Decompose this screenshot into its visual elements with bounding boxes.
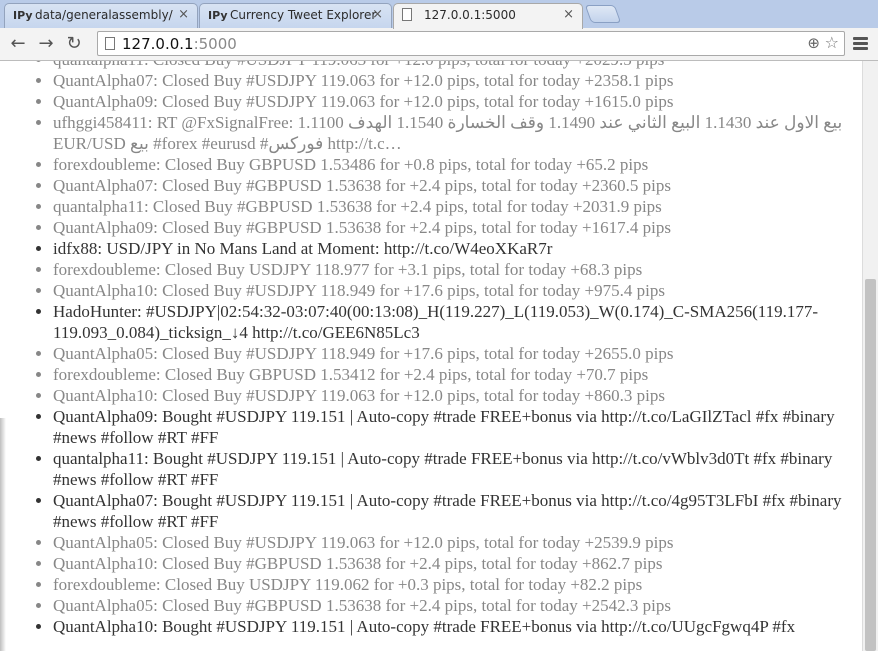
tweet-item: ufhggi458411: RT @FxSignalFree: بيع الاو… xyxy=(53,112,853,154)
tweet-item: QuantAlpha09: Closed Buy #GBPUSD 1.53638… xyxy=(53,217,853,238)
url-host: 127.0.0.1 xyxy=(122,35,194,53)
address-bar[interactable]: 127.0.0.1:5000 ⊕ ☆ xyxy=(97,31,845,56)
tweet-text: QuantAlpha09: Closed Buy #USDJPY 119.063… xyxy=(53,92,674,111)
tab-generalassembly[interactable]: IPy data/generalassembly/ × xyxy=(4,3,198,28)
tweet-item: quantalpha11: Closed Buy #GBPUSD 1.53638… xyxy=(53,196,853,217)
tweet-item: QuantAlpha07: Bought #USDJPY 119.151 | A… xyxy=(53,490,853,532)
url-text[interactable]: 127.0.0.1:5000 xyxy=(122,35,237,53)
tweet-text: QuantAlpha10: Closed Buy #GBPUSD 1.53638… xyxy=(53,554,663,573)
browser-toolbar: ← → ↻ 127.0.0.1:5000 ⊕ ☆ xyxy=(0,28,878,61)
tweet-item: QuantAlpha10: Closed Buy #GBPUSD 1.53638… xyxy=(53,553,853,574)
tweet-text: QuantAlpha09: Bought #USDJPY 119.151 | A… xyxy=(53,407,835,447)
scrollbar-thumb[interactable] xyxy=(865,279,876,651)
tab-title: 127.0.0.1:5000 xyxy=(424,8,516,22)
tweet-item: QuantAlpha10: Closed Buy #USDJPY 119.063… xyxy=(53,385,853,406)
bookmark-star-icon[interactable]: ☆ xyxy=(825,33,839,52)
tab-close-icon[interactable]: × xyxy=(178,7,189,22)
tweet-item: QuantAlpha09: Bought #USDJPY 119.151 | A… xyxy=(53,406,853,448)
tweet-text: QuantAlpha05: Closed Buy #USDJPY 118.949… xyxy=(53,344,674,363)
tweet-item: QuantAlpha05: Closed Buy #USDJPY 118.949… xyxy=(53,343,853,364)
tab-localhost-5000[interactable]: 127.0.0.1:5000 × xyxy=(393,3,583,29)
tweet-item: QuantAlpha10: Bought #USDJPY 119.151 | A… xyxy=(53,616,853,637)
tweet-text: QuantAlpha09: Closed Buy #GBPUSD 1.53638… xyxy=(53,218,671,237)
tweet-list: quantalpha11: Closed Buy #USDJPY 119.063… xyxy=(0,61,862,637)
tweet-item: idfx88: USD/JPY in No Mans Land at Momen… xyxy=(53,238,853,259)
url-port: :5000 xyxy=(193,35,237,53)
menu-icon[interactable] xyxy=(853,37,868,51)
vertical-scrollbar[interactable] xyxy=(862,61,878,651)
tweet-item: forexdoubleme: Closed Buy GBPUSD 1.53486… xyxy=(53,154,853,175)
tweet-text: QuantAlpha10: Closed Buy #USDJPY 118.949… xyxy=(53,281,665,300)
tweet-item: forexdoubleme: Closed Buy GBPUSD 1.53412… xyxy=(53,364,853,385)
tweet-text: forexdoubleme: Closed Buy USDJPY 119.062… xyxy=(53,575,643,594)
tweet-item: QuantAlpha10: Closed Buy #USDJPY 118.949… xyxy=(53,280,853,301)
tweet-text: quantalpha11: Closed Buy #USDJPY 119.063… xyxy=(53,61,664,69)
page-icon xyxy=(402,8,412,21)
tab-title: data/generalassembly/ xyxy=(35,8,173,22)
zoom-icon[interactable]: ⊕ xyxy=(807,34,820,52)
window-edge-shadow xyxy=(0,418,6,651)
tweet-item: QuantAlpha09: Closed Buy #USDJPY 119.063… xyxy=(53,91,853,112)
tweet-text: idfx88: USD/JPY in No Mans Land at Momen… xyxy=(53,239,553,258)
tab-currency-tweet-explorer[interactable]: IPy Currency Tweet Explorer × xyxy=(199,3,392,28)
tweet-text: QuantAlpha10: Bought #USDJPY 119.151 | A… xyxy=(53,617,796,636)
page-content: quantalpha11: Closed Buy #USDJPY 119.063… xyxy=(0,61,862,651)
reload-icon[interactable]: ↻ xyxy=(62,32,86,56)
tweet-item: quantalpha11: Bought #USDJPY 119.151 | A… xyxy=(53,448,853,490)
tweet-text: quantalpha11: Closed Buy #GBPUSD 1.53638… xyxy=(53,197,662,216)
tweet-text: forexdoubleme: Closed Buy GBPUSD 1.53486… xyxy=(53,155,649,174)
page-icon xyxy=(105,37,115,50)
tab-close-icon[interactable]: × xyxy=(372,7,383,22)
new-tab-button[interactable] xyxy=(584,5,622,23)
tweet-text: forexdoubleme: Closed Buy USDJPY 118.977… xyxy=(53,260,643,279)
tweet-item: QuantAlpha05: Closed Buy #USDJPY 119.063… xyxy=(53,532,853,553)
tweet-item: HadoHunter: #USDJPY|02:54:32-03:07:40(00… xyxy=(53,301,853,343)
tweet-text: QuantAlpha07: Closed Buy #GBPUSD 1.53638… xyxy=(53,176,671,195)
tweet-text: HadoHunter: #USDJPY|02:54:32-03:07:40(00… xyxy=(53,302,819,342)
tweet-text: QuantAlpha05: Closed Buy #USDJPY 119.063… xyxy=(53,533,674,552)
tweet-text: QuantAlpha10: Closed Buy #USDJPY 119.063… xyxy=(53,386,665,405)
tab-title: Currency Tweet Explorer xyxy=(230,8,377,22)
tweet-text: ufhggi458411: RT @FxSignalFree: بيع الاو… xyxy=(53,113,843,153)
ipython-favicon-icon: IPy xyxy=(208,9,228,22)
tweet-text: QuantAlpha05: Closed Buy #GBPUSD 1.53638… xyxy=(53,596,671,615)
tweet-item: QuantAlpha07: Closed Buy #USDJPY 119.063… xyxy=(53,70,853,91)
tweet-item: forexdoubleme: Closed Buy USDJPY 118.977… xyxy=(53,259,853,280)
tweet-text: QuantAlpha07: Bought #USDJPY 119.151 | A… xyxy=(53,491,842,531)
tweet-text: forexdoubleme: Closed Buy GBPUSD 1.53412… xyxy=(53,365,649,384)
tweet-item: QuantAlpha07: Closed Buy #GBPUSD 1.53638… xyxy=(53,175,853,196)
tweet-text: quantalpha11: Bought #USDJPY 119.151 | A… xyxy=(53,449,833,489)
tweet-text: QuantAlpha07: Closed Buy #USDJPY 119.063… xyxy=(53,71,674,90)
ipython-favicon-icon: IPy xyxy=(13,9,33,22)
tweet-item: quantalpha11: Closed Buy #USDJPY 119.063… xyxy=(53,61,853,70)
tab-close-icon[interactable]: × xyxy=(563,7,574,22)
forward-icon[interactable]: → xyxy=(34,32,58,56)
back-icon[interactable]: ← xyxy=(6,32,30,56)
tweet-item: forexdoubleme: Closed Buy USDJPY 119.062… xyxy=(53,574,853,595)
tab-strip: IPy data/generalassembly/ × IPy Currency… xyxy=(0,0,878,29)
tweet-item: QuantAlpha05: Closed Buy #GBPUSD 1.53638… xyxy=(53,595,853,616)
